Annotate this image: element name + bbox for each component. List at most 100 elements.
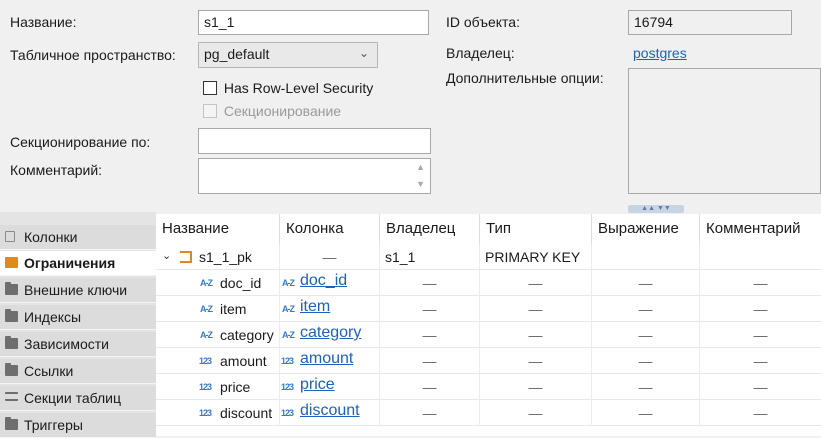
expression-cell: — <box>592 270 700 296</box>
key-icon <box>180 251 192 263</box>
number-type-icon: 123 <box>199 356 212 366</box>
comment-cell: — <box>753 379 768 395</box>
comment-cell: — <box>753 275 768 291</box>
rls-checkbox[interactable]: Has Row-Level Security <box>203 80 373 96</box>
partitioning-checkbox-box <box>203 104 217 118</box>
sidebar-item-partitions[interactable]: Секции таблиц <box>0 386 156 411</box>
number-type-icon: 123 <box>199 408 212 418</box>
chevron-down-icon: ⌄ <box>358 46 369 60</box>
splitter-handle[interactable]: ▲▲ ▼▼ <box>628 205 684 213</box>
number-type-icon: 123 <box>281 356 294 366</box>
type-cell: — <box>480 348 592 374</box>
column-header-comment[interactable]: Комментарий <box>700 214 821 244</box>
sidebar-item-triggers[interactable]: Триггеры <box>0 413 156 438</box>
column-cell: 123 discount <box>280 400 380 426</box>
column-link[interactable]: discount <box>300 402 360 420</box>
column-link[interactable]: amount <box>300 350 353 368</box>
comment-cell: — <box>753 353 768 369</box>
column-header-name[interactable]: Название <box>156 214 280 244</box>
constraint-comment-cell <box>700 244 821 270</box>
scroll-up-icon[interactable]: ▲ <box>416 162 425 172</box>
number-type-icon: 123 <box>281 408 294 418</box>
column-header-owner[interactable]: Владелец <box>380 214 480 244</box>
type-cell: — <box>480 374 592 400</box>
rls-checkbox-box[interactable] <box>203 81 217 95</box>
name-cell: 123 amount <box>156 348 280 374</box>
sidebar-item-dependencies[interactable]: Зависимости <box>0 332 156 357</box>
folder-icon <box>5 417 18 430</box>
sidebar-item-label: Зависимости <box>24 336 109 352</box>
type-cell: — <box>480 322 592 348</box>
tablespace-select[interactable]: pg_default ⌄ <box>198 42 378 68</box>
sidebar-item-label: Внешние ключи <box>24 282 128 298</box>
partition-by-input[interactable] <box>198 128 431 154</box>
folder-icon <box>5 336 18 349</box>
comment-label: Комментарий: <box>10 162 103 178</box>
table-row[interactable]: 123 amount 123 amount — — — — <box>156 348 821 374</box>
text-type-icon: A-Z <box>200 304 213 314</box>
sidebar-item-label: Ссылки <box>24 363 74 379</box>
type-cell: — <box>480 400 592 426</box>
folder-icon <box>5 309 18 322</box>
constraint-owner-cell: s1_1 <box>380 244 480 270</box>
expression-cell: — <box>592 374 700 400</box>
sidebar: Колонки Ограничения Внешние ключи Индекс… <box>0 212 156 438</box>
name-input[interactable]: s1_1 <box>198 10 429 35</box>
table-row[interactable]: A-Z doc_id A-Z doc_id — — — — <box>156 270 821 296</box>
sidebar-item-label: Колонки <box>24 229 78 245</box>
column-link[interactable]: price <box>300 376 335 394</box>
owner-cell: — <box>380 348 480 374</box>
sidebar-item-references[interactable]: Ссылки <box>0 359 156 384</box>
sidebar-item-label: Триггеры <box>24 417 83 433</box>
comment-cell: — <box>753 405 768 421</box>
column-cell: A-Z item <box>280 296 380 322</box>
partitions-icon <box>5 392 18 401</box>
sidebar-item-foreign-keys[interactable]: Внешние ключи <box>0 278 156 303</box>
column-cell: A-Z category <box>280 322 380 348</box>
table-row[interactable]: ⌄ s1_1_pk — s1_1 PRIMARY KEY <box>156 244 821 270</box>
extra-options-area[interactable] <box>628 68 821 194</box>
column-cell: 123 amount <box>280 348 380 374</box>
table-row[interactable]: A-Z item A-Z item — — — — <box>156 296 821 322</box>
text-type-icon: A-Z <box>282 330 295 340</box>
owner-cell: — <box>380 270 480 296</box>
text-type-icon: A-Z <box>282 304 295 314</box>
column-link[interactable]: item <box>300 298 330 316</box>
constraint-name: s1_1_pk <box>199 249 252 265</box>
constraints-table[interactable]: Название Колонка Владелец Тип Выражение … <box>156 214 821 436</box>
table-row[interactable]: A-Z category A-Z category — — — — <box>156 322 821 348</box>
owner-link[interactable]: postgres <box>633 45 687 61</box>
row-name: item <box>220 301 247 317</box>
number-type-icon: 123 <box>281 382 294 392</box>
folder-icon <box>5 363 18 376</box>
row-name: category <box>220 327 274 343</box>
owner-cell: — <box>380 296 480 322</box>
column-link[interactable]: category <box>300 324 361 342</box>
comment-textarea[interactable]: ▲ ▼ <box>198 158 431 194</box>
table-row[interactable]: 123 discount 123 discount — — — — <box>156 400 821 426</box>
owner-cell: — <box>380 374 480 400</box>
sidebar-item-constraints[interactable]: Ограничения <box>0 251 156 276</box>
column-header-column[interactable]: Колонка <box>280 214 380 244</box>
partitioning-checkbox: Секционирование <box>203 103 341 119</box>
column-link[interactable]: doc_id <box>300 272 347 290</box>
text-type-icon: A-Z <box>282 278 295 288</box>
sidebar-item-indexes[interactable]: Индексы <box>0 305 156 330</box>
type-cell: — <box>480 296 592 322</box>
scroll-down-icon[interactable]: ▼ <box>416 179 425 189</box>
comment-cell: — <box>753 327 768 343</box>
constraint-column-cell: — <box>280 244 380 270</box>
partitioning-label: Секционирование <box>223 103 342 119</box>
sidebar-item-label: Индексы <box>24 309 82 325</box>
owner-cell: — <box>380 400 480 426</box>
folder-icon <box>5 282 18 295</box>
row-name: price <box>220 379 251 395</box>
name-cell: 123 discount <box>156 400 280 426</box>
column-header-expression[interactable]: Выражение <box>592 214 700 244</box>
chevron-down-icon[interactable]: ⌄ <box>162 249 171 262</box>
row-name: amount <box>220 353 267 369</box>
owner-label: Владелец: <box>446 45 515 61</box>
column-header-type[interactable]: Тип <box>480 214 592 244</box>
sidebar-item-columns[interactable]: Колонки <box>0 225 156 250</box>
table-row[interactable]: 123 price 123 price — — — — <box>156 374 821 400</box>
